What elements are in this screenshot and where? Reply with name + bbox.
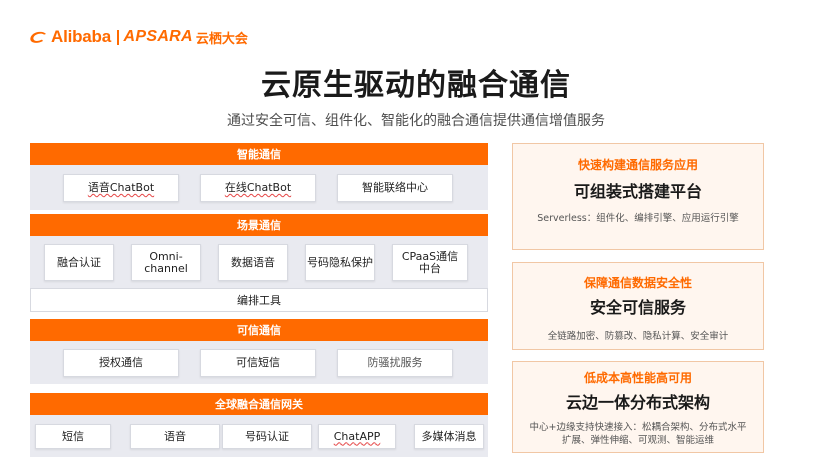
chip-label: 多媒体消息 xyxy=(421,429,477,443)
layer-header-scenario: 场景通信 xyxy=(30,214,488,236)
chip-voice: 语音 xyxy=(130,424,220,449)
chip-label: 可信短信 xyxy=(236,356,280,369)
brand-divider xyxy=(117,29,119,45)
chip-number-verify: 号码认证 xyxy=(222,424,312,449)
card-platform: 快速构建通信服务应用 可组装式搭建平台 Serverless：组件化、编排引擎、… xyxy=(512,143,764,250)
layer-panel-gateway: 短信 语音 号码认证 ChatAPP 多媒体消息 xyxy=(30,415,488,457)
card-desc: Serverless：组件化、编排引擎、应用运行引擎 xyxy=(537,213,739,224)
chip-trusted-sms: 可信短信 xyxy=(200,349,316,377)
card-title: 云边一体分布式架构 xyxy=(565,393,710,412)
chip-omni-channel: Omni- channel xyxy=(131,244,201,281)
layer-header-gateway: 全球融合通信网关 xyxy=(30,393,488,415)
chip-label: 融合认证 xyxy=(57,255,101,269)
chip-number-privacy: 号码隐私保护 xyxy=(305,244,375,281)
card-title: 可组装式搭建平台 xyxy=(573,182,702,201)
chip-label: 防骚扰服务 xyxy=(367,356,423,369)
chip-label: 号码隐私保护 xyxy=(307,255,373,269)
chip-label: 短信 xyxy=(62,429,84,443)
chip-label: 号码认证 xyxy=(245,429,289,443)
card-title: 安全可信服务 xyxy=(589,298,686,317)
page-title: 云原生驱动的融合通信 xyxy=(261,68,571,103)
card-kicker: 低成本高性能高可用 xyxy=(583,371,692,385)
chip-label: 数据语音 xyxy=(231,255,275,269)
layer-panel-scenario: 融合认证 Omni- channel 数据语音 号码隐私保护 CPaaS通信 中… xyxy=(30,236,488,288)
chip-label: 语音 xyxy=(164,429,186,443)
layer-panel-trusted: 授权通信 可信短信 防骚扰服务 xyxy=(30,341,488,384)
chip-cpaas: CPaaS通信 中台 xyxy=(392,244,468,281)
chip-online-chatbot: 在线ChatBot xyxy=(200,174,316,202)
chip-label: ChatAPP xyxy=(333,429,381,443)
brand-logo: Alibaba APSARA 云栖大会 xyxy=(28,27,248,47)
alibaba-logo-icon xyxy=(30,31,46,43)
chip-label: 语音ChatBot xyxy=(87,181,155,194)
chip-contact-center: 智能联络中心 xyxy=(337,174,453,202)
card-kicker: 保障通信数据安全性 xyxy=(583,276,692,290)
card-desc: 中心+边缘支持快速接入：松耦合架构、分布式水平扩展、弹性伸缩、可观测、智能运维 xyxy=(529,422,747,446)
chip-label: 授权通信 xyxy=(99,356,143,369)
chip-authorized-comm: 授权通信 xyxy=(63,349,179,377)
chip-voice-chatbot: 语音ChatBot xyxy=(63,174,179,202)
brand-event: 云栖大会 xyxy=(195,31,248,47)
card-desc: 全链路加密、防篡改、隐私计算、安全审计 xyxy=(547,331,729,342)
card-architecture: 低成本高性能高可用 云边一体分布式架构 中心+边缘支持快速接入：松耦合架构、分布… xyxy=(512,361,764,453)
card-security: 保障通信数据安全性 安全可信服务 全链路加密、防篡改、隐私计算、安全审计 xyxy=(512,262,764,350)
chip-label: 智能联络中心 xyxy=(362,181,428,194)
chip-anti-harassment: 防骚扰服务 xyxy=(337,349,453,377)
chip-multimedia-msg: 多媒体消息 xyxy=(414,424,484,449)
chip-chatapp: ChatAPP xyxy=(318,424,396,449)
chip-sms: 短信 xyxy=(35,424,111,449)
layer-header-trusted: 可信通信 xyxy=(30,319,488,341)
layer-header-intelligent: 智能通信 xyxy=(30,143,488,165)
orchestration-tool-bar: 编排工具 xyxy=(30,288,488,312)
layer-panel-intelligent: 语音ChatBot 在线ChatBot 智能联络中心 xyxy=(30,165,488,210)
card-kicker: 快速构建通信服务应用 xyxy=(577,158,698,172)
brand-product: APSARA xyxy=(123,28,193,45)
chip-label: 在线ChatBot xyxy=(224,181,292,194)
chip-data-voice: 数据语音 xyxy=(218,244,288,281)
page-subtitle: 通过安全可信、组件化、智能化的融合通信提供通信增值服务 xyxy=(227,113,605,129)
brand-name: Alibaba xyxy=(51,27,112,46)
chip-fusion-auth: 融合认证 xyxy=(44,244,114,281)
